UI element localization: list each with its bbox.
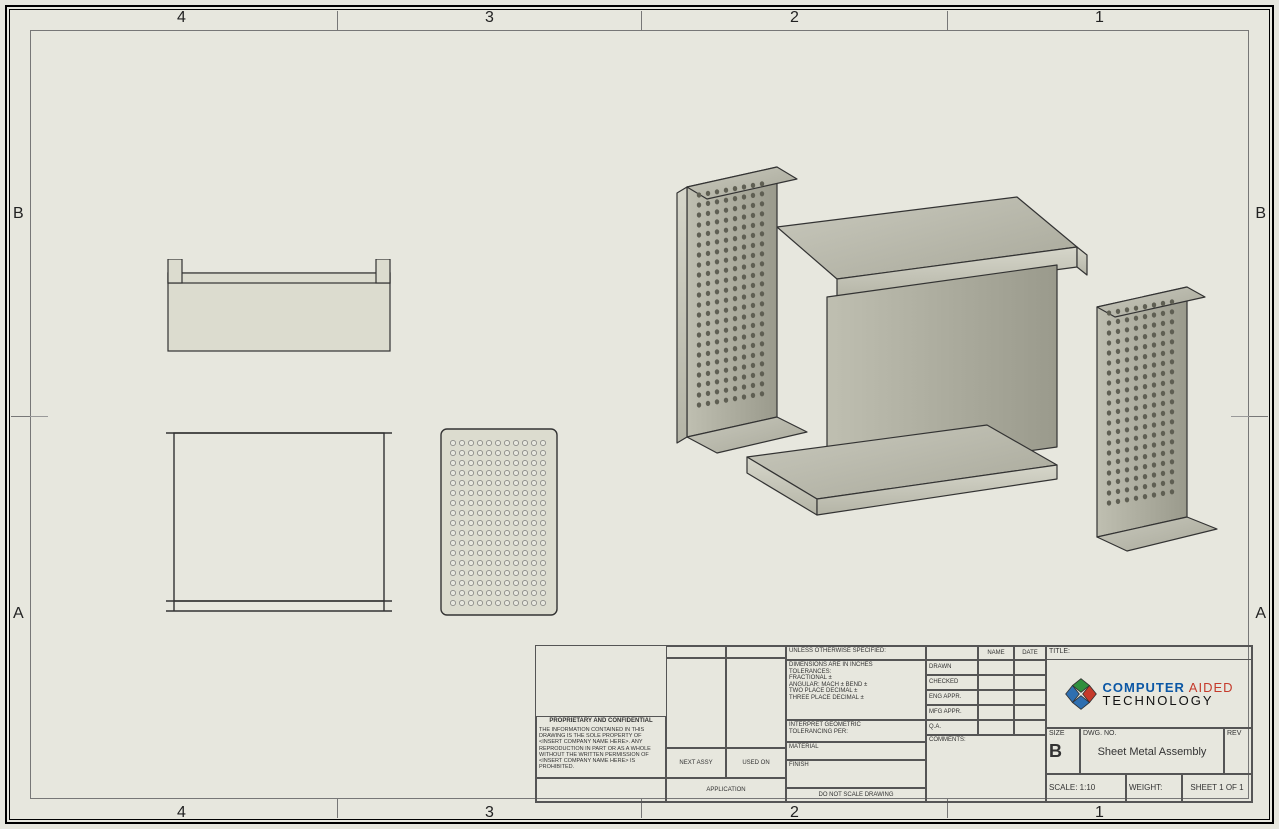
size-value: B (1049, 742, 1062, 762)
logo-icon (1064, 677, 1098, 711)
logo-text: COMPUTER AIDED TECHNOLOGY (1102, 681, 1233, 707)
weight-cell: WEIGHT: (1126, 774, 1182, 802)
do-not-scale: DO NOT SCALE DRAWING (786, 788, 926, 802)
sig-row: CHECKED (926, 675, 978, 690)
sig-date (1014, 675, 1046, 690)
title-block: PROPRIETARY AND CONFIDENTIAL THE INFORMA… (535, 645, 1253, 803)
sig-row: ENG APPR. (926, 690, 978, 705)
material-label: MATERIAL (786, 742, 926, 760)
tick (641, 11, 642, 30)
zone-col: 3 (485, 804, 494, 822)
prop-body: THE INFORMATION CONTAINED IN THIS DRAWIN… (539, 727, 663, 771)
tick (30, 416, 48, 417)
comments: COMMENTS: (926, 735, 1046, 802)
title-label: TITLE: (1046, 646, 1252, 660)
sig-name (978, 690, 1014, 705)
drawing-sheet: 4 3 2 1 4 3 2 1 B A B A (5, 5, 1274, 824)
tick (1249, 416, 1268, 417)
sig-name (978, 705, 1014, 720)
tick (337, 799, 338, 818)
prop-title: PROPRIETARY AND CONFIDENTIAL (539, 718, 663, 725)
sig-row: Q.A. (926, 720, 978, 735)
blank (926, 646, 978, 660)
used-on-label: USED ON (726, 748, 786, 778)
rev-cell (726, 646, 786, 658)
zone-col: 2 (790, 9, 799, 27)
sig-date (1014, 660, 1046, 675)
sig-row: MFG APPR. (926, 705, 978, 720)
sig-date (1014, 705, 1046, 720)
unless-label: UNLESS OTHERWISE SPECIFIED: (786, 646, 926, 660)
view-perf-panel (439, 427, 559, 617)
sig-name (978, 660, 1014, 675)
tick (337, 11, 338, 30)
sig-name (978, 720, 1014, 735)
dwg-no-cell: DWG. NO. Sheet Metal Assembly (1080, 728, 1224, 774)
geo-note: INTERPRET GEOMETRIC TOLERANCING PER: (786, 720, 926, 742)
view-front (162, 259, 397, 364)
dims-note: DIMENSIONS ARE IN INCHES TOLERANCES: FRA… (786, 660, 926, 720)
blank-cell (536, 778, 666, 802)
sig-date (1014, 720, 1046, 735)
application-label: APPLICATION (666, 778, 786, 802)
tick (11, 416, 30, 417)
size-cell: SIZE B (1046, 728, 1080, 774)
zone-row: A (13, 605, 24, 623)
title-logo-area: COMPUTER AIDED TECHNOLOGY (1046, 660, 1252, 728)
rev-cell: REV (1224, 728, 1252, 774)
zone-col: 2 (790, 804, 799, 822)
view-side (162, 427, 397, 617)
sig-row: DRAWN (926, 660, 978, 675)
sig-name (978, 675, 1014, 690)
zone-row: B (1255, 205, 1266, 223)
name-label: NAME (978, 646, 1014, 660)
zone-col: 1 (1095, 804, 1104, 822)
scale-cell: SCALE: 1:10 (1046, 774, 1126, 802)
next-assy-label: NEXT ASSY (666, 748, 726, 778)
sheet-cell: SHEET 1 OF 1 (1182, 774, 1252, 802)
tick (947, 11, 948, 30)
finish-label: FINISH (786, 760, 926, 788)
zone-col: 1 (1095, 9, 1104, 27)
dwg-no-value: Sheet Metal Assembly (1098, 746, 1207, 758)
rev-cell (726, 658, 786, 748)
company-logo: COMPUTER AIDED TECHNOLOGY (1064, 677, 1233, 711)
sig-date (1014, 690, 1046, 705)
rev-cell (666, 646, 726, 658)
zone-row: B (13, 205, 24, 223)
view-iso-exploded (617, 147, 1237, 607)
date-label: DATE (1014, 646, 1046, 660)
zone-col: 4 (177, 9, 186, 27)
zone-col: 4 (177, 804, 186, 822)
proprietary-note: PROPRIETARY AND CONFIDENTIAL THE INFORMA… (536, 716, 666, 778)
zone-col: 3 (485, 9, 494, 27)
rev-cell (666, 658, 726, 748)
zone-row: A (1255, 605, 1266, 623)
